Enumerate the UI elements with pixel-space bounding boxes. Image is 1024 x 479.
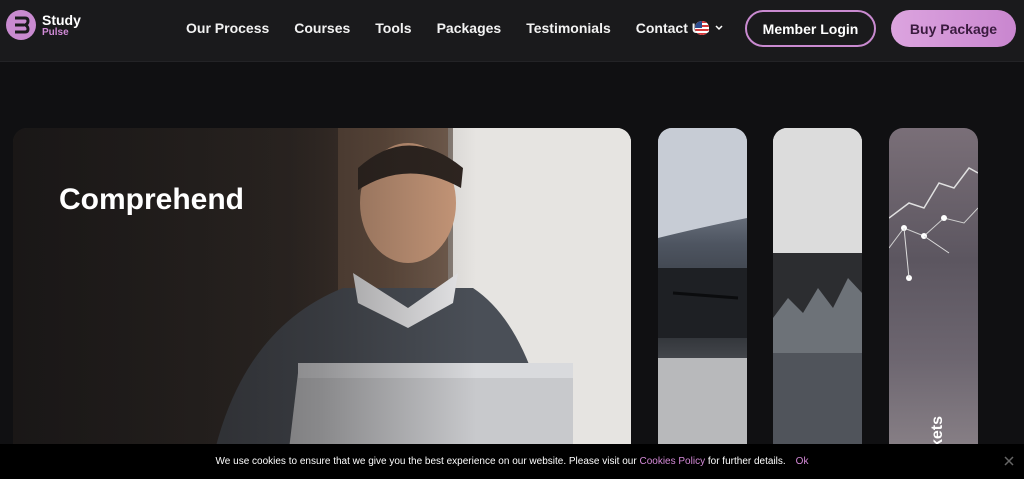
nav-packages[interactable]: Packages bbox=[437, 20, 502, 36]
nav-testimonials[interactable]: Testimonials bbox=[526, 20, 611, 36]
cookie-ok-button[interactable]: Ok bbox=[796, 456, 809, 467]
cookies-policy-link[interactable]: Cookies Policy bbox=[639, 456, 705, 467]
hero-overlay bbox=[13, 128, 631, 458]
us-flag-icon bbox=[695, 21, 709, 35]
member-login-button[interactable]: Member Login bbox=[745, 10, 876, 47]
logo-icon bbox=[6, 10, 36, 40]
logo-subtitle: Pulse bbox=[42, 26, 69, 38]
nav-our-process[interactable]: Our Process bbox=[186, 20, 269, 36]
cookie-banner: We use cookies to ensure that we give yo… bbox=[0, 444, 1024, 479]
market-graph-image bbox=[889, 167, 978, 281]
hero-card-markets[interactable]: kets bbox=[889, 128, 978, 458]
documents-image bbox=[658, 128, 747, 458]
close-icon[interactable] bbox=[1004, 456, 1014, 466]
card-title: Comprehend bbox=[59, 183, 245, 216]
cookie-text-after: for further details. bbox=[705, 456, 786, 467]
logo-title: Study bbox=[42, 11, 81, 28]
hero-card-3[interactable] bbox=[773, 128, 862, 458]
nav-courses[interactable]: Courses bbox=[294, 20, 350, 36]
hero-card-2[interactable] bbox=[658, 128, 747, 458]
logo[interactable]: Study Pulse bbox=[6, 10, 81, 40]
buy-package-button[interactable]: Buy Package bbox=[891, 10, 1016, 47]
cookie-text: We use cookies to ensure that we give yo… bbox=[215, 456, 640, 467]
site-header: Study Pulse Our Process Courses Tools Pa… bbox=[0, 0, 1024, 62]
chart-screen-image bbox=[773, 128, 862, 458]
main-nav: Our Process Courses Tools Packages Testi… bbox=[186, 20, 735, 36]
nav-tools[interactable]: Tools bbox=[375, 20, 411, 36]
language-selector[interactable] bbox=[695, 21, 723, 35]
hero-card-comprehend[interactable]: Comprehend bbox=[13, 128, 631, 458]
chevron-down-icon bbox=[715, 25, 723, 31]
